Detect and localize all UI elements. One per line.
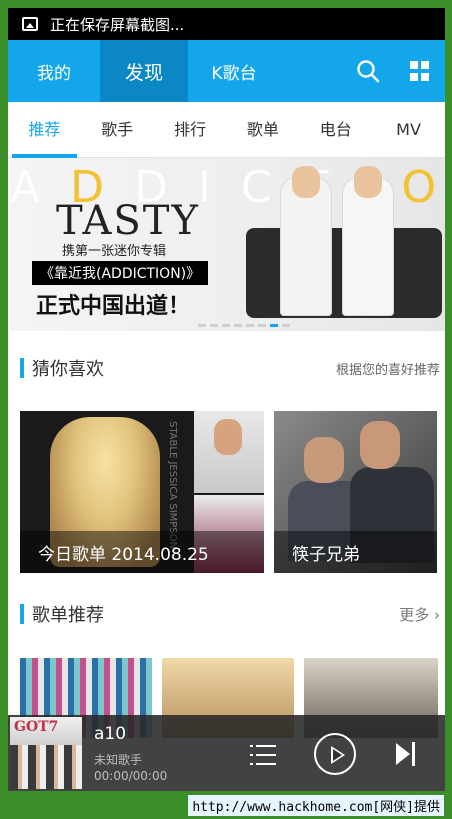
cover-group-photo — [10, 745, 82, 789]
top-nav: 我的 发现 K歌台 — [8, 40, 445, 102]
search-icon[interactable] — [356, 59, 380, 83]
banner-logo: TASTY — [56, 198, 200, 244]
section-accent-bar — [20, 358, 24, 378]
status-bar: 正在保存屏幕截图... — [8, 8, 445, 40]
banner-page-indicator — [198, 324, 290, 327]
tab-playlists[interactable]: 歌单 — [226, 102, 299, 158]
guess-section-subtitle: 根据您的喜好推荐 — [335, 362, 440, 378]
banner-line-2: 《靠近我(ADDICTION)》 — [32, 261, 209, 285]
banner-line-3: 正式中国出道！ — [36, 294, 191, 319]
category-tabs: 推荐 歌手 排行 歌单 电台 MV — [8, 102, 445, 158]
grid-menu-icon[interactable] — [410, 61, 430, 81]
cover-logo-text: GOT7 — [14, 719, 59, 735]
card-album-side-text: STABLE JESSICA SIMPSON — [167, 421, 178, 550]
play-time: 00:00/00:00 — [94, 769, 168, 783]
play-button[interactable] — [314, 733, 356, 775]
tab-recommend[interactable]: 推荐 — [8, 102, 81, 158]
chevron-right-icon: › — [434, 605, 440, 624]
song-title: a10 — [94, 724, 127, 744]
watermark-text: http://www.hackhome.com[网侠]提供 — [188, 795, 444, 816]
album-cover[interactable]: GOT7 — [10, 717, 82, 789]
tab-mv[interactable]: MV — [372, 102, 445, 158]
image-icon — [22, 17, 38, 31]
card-person-head-1 — [304, 437, 344, 483]
tab-singers[interactable]: 歌手 — [81, 102, 154, 158]
card-caption: 筷子兄弟 — [274, 531, 437, 573]
tab-charts[interactable]: 排行 — [154, 102, 227, 158]
watermark-bar: http://www.hackhome.com[网侠]提供 — [0, 791, 452, 819]
guess-card-chopsticks-brothers[interactable]: 筷子兄弟 — [274, 411, 437, 573]
guess-section-header: 猜你喜欢 根据您的喜好推荐 — [20, 353, 440, 383]
card-caption: 今日歌单 2014.08.25 — [20, 531, 264, 573]
banner-head-2 — [354, 166, 382, 198]
banner-line-1: 携第一张迷你专辑 — [62, 244, 167, 259]
card-person-head-2 — [360, 421, 400, 469]
playlist-section-title: 歌单推荐 — [32, 605, 104, 626]
card-album-thumb-1 — [194, 411, 264, 493]
tab-radio[interactable]: 电台 — [299, 102, 372, 158]
promo-banner[interactable]: ADDICTION TASTY 携第一张迷你专辑 《靠近我(ADDICTION)… — [10, 158, 445, 331]
guess-card-daily-playlist[interactable]: STABLE JESSICA SIMPSON 今日歌单 2014.08.25 — [20, 411, 264, 573]
tab-mine[interactable]: 我的 — [8, 40, 100, 102]
banner-head-1 — [292, 166, 320, 198]
more-link[interactable]: 更多 › — [399, 604, 440, 625]
guess-section-title: 猜你喜欢 — [32, 359, 104, 380]
section-accent-bar — [20, 604, 24, 624]
playlist-icon[interactable] — [250, 745, 276, 765]
status-text: 正在保存屏幕截图... — [50, 15, 185, 34]
artist-name: 未知歌手 — [94, 753, 143, 767]
playlist-section-header: 歌单推荐 更多 › — [20, 599, 440, 629]
next-track-icon[interactable] — [396, 742, 418, 766]
mini-player: GOT7 a10 未知歌手 00:00/00:00 — [8, 715, 445, 791]
phone-screen: 正在保存屏幕截图... 我的 发现 K歌台 推荐 歌手 排行 歌单 电台 MV … — [8, 8, 445, 791]
tab-discover[interactable]: 发现 — [100, 40, 188, 102]
tab-karaoke[interactable]: K歌台 — [188, 40, 280, 102]
